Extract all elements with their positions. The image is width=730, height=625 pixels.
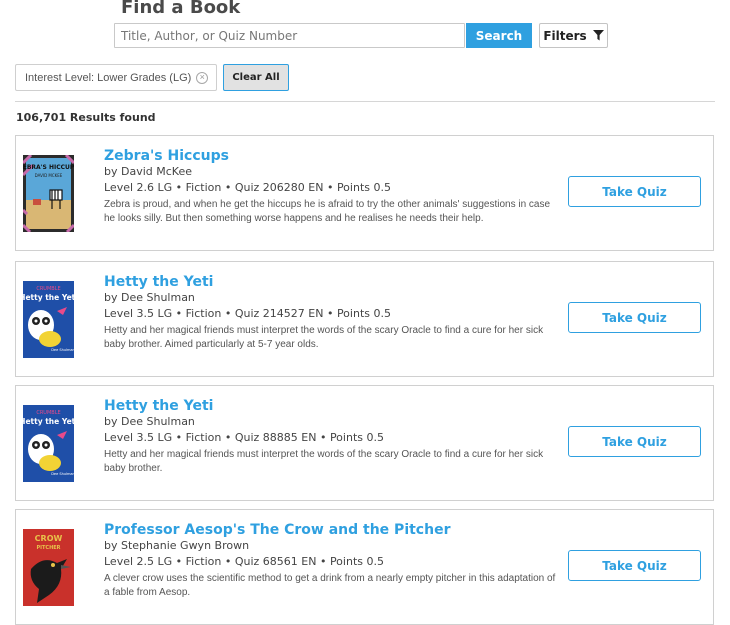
book-title-link[interactable]: Hetty the Yeti xyxy=(104,398,213,414)
filter-chip-label: Interest Level: Lower Grades (LG) xyxy=(25,71,192,84)
book-description: A clever crow uses the scientific method… xyxy=(104,573,556,598)
book-cover-image[interactable]: CROW PITCHER xyxy=(23,529,74,606)
svg-text:CRUMBLE: CRUMBLE xyxy=(36,410,60,416)
funnel-icon xyxy=(592,30,604,41)
book-author: by Dee Shulman xyxy=(104,291,195,304)
svg-text:Hetty the Yeti: Hetty the Yeti xyxy=(23,293,74,302)
take-quiz-button[interactable]: Take Quiz xyxy=(568,550,701,581)
take-quiz-button[interactable]: Take Quiz xyxy=(568,302,701,333)
book-description: Hetty and her magical friends must inter… xyxy=(104,325,544,350)
svg-text:ZEBRA'S HICCUPS: ZEBRA'S HICCUPS xyxy=(23,164,74,171)
book-cover-image[interactable]: ZEBRA'S HICCUPS DAVID MCKEE xyxy=(23,155,74,232)
book-title-link[interactable]: Zebra's Hiccups xyxy=(104,148,229,164)
svg-text:Hetty the Yeti: Hetty the Yeti xyxy=(23,417,74,426)
take-quiz-button[interactable]: Take Quiz xyxy=(568,176,701,207)
divider xyxy=(15,101,715,102)
filters-label: Filters xyxy=(543,28,587,43)
book-author: by Stephanie Gwyn Brown xyxy=(104,539,250,552)
clear-all-button[interactable]: Clear All xyxy=(223,64,289,91)
svg-text:CRUMBLE: CRUMBLE xyxy=(36,286,60,292)
svg-text:Dee Shulman: Dee Shulman xyxy=(51,348,74,352)
book-description: Hetty and her magical friends must inter… xyxy=(104,449,544,474)
find-a-book-page: Find a Book Search Filters Interest Leve… xyxy=(0,0,730,625)
book-description: Zebra is proud, and when he get the hicc… xyxy=(104,199,551,224)
filters-button[interactable]: Filters xyxy=(539,23,608,48)
svg-text:Dee Shulman: Dee Shulman xyxy=(51,472,74,476)
book-title-link[interactable]: Professor Aesop's The Crow and the Pitch… xyxy=(104,522,450,538)
book-author: by David McKee xyxy=(104,165,192,178)
remove-filter-icon[interactable]: × xyxy=(196,71,209,84)
svg-text:CROW: CROW xyxy=(35,534,63,543)
book-meta: Level 3.5 LG • Fiction • Quiz 88885 EN •… xyxy=(104,431,384,444)
book-meta: Level 2.5 LG • Fiction • Quiz 68561 EN •… xyxy=(104,555,384,568)
filter-chip-interest-level: Interest Level: Lower Grades (LG) × xyxy=(15,64,217,91)
svg-text:DAVID MCKEE: DAVID MCKEE xyxy=(35,173,63,178)
result-card: CRUMBLE Hetty the Yeti Dee Shulman Hetty… xyxy=(15,261,714,377)
search-input[interactable] xyxy=(114,23,465,48)
result-card: CROW PITCHER Professor Aesop's The Crow … xyxy=(15,509,714,625)
search-button[interactable]: Search xyxy=(466,23,532,48)
book-cover-image[interactable]: CRUMBLE Hetty the Yeti Dee Shulman xyxy=(23,405,74,482)
svg-text:PITCHER: PITCHER xyxy=(36,545,60,551)
page-title: Find a Book xyxy=(121,0,241,18)
results-count: 106,701 Results found xyxy=(16,111,156,124)
book-meta: Level 2.6 LG • Fiction • Quiz 206280 EN … xyxy=(104,181,391,194)
book-meta: Level 3.5 LG • Fiction • Quiz 214527 EN … xyxy=(104,307,391,320)
book-cover-image[interactable]: CRUMBLE Hetty the Yeti Dee Shulman xyxy=(23,281,74,358)
result-card: ZEBRA'S HICCUPS DAVID MCKEE Zebra's Hicc… xyxy=(15,135,714,251)
result-card: CRUMBLE Hetty the Yeti Dee Shulman Hetty… xyxy=(15,385,714,501)
book-author: by Dee Shulman xyxy=(104,415,195,428)
book-title-link[interactable]: Hetty the Yeti xyxy=(104,274,213,290)
take-quiz-button[interactable]: Take Quiz xyxy=(568,426,701,457)
